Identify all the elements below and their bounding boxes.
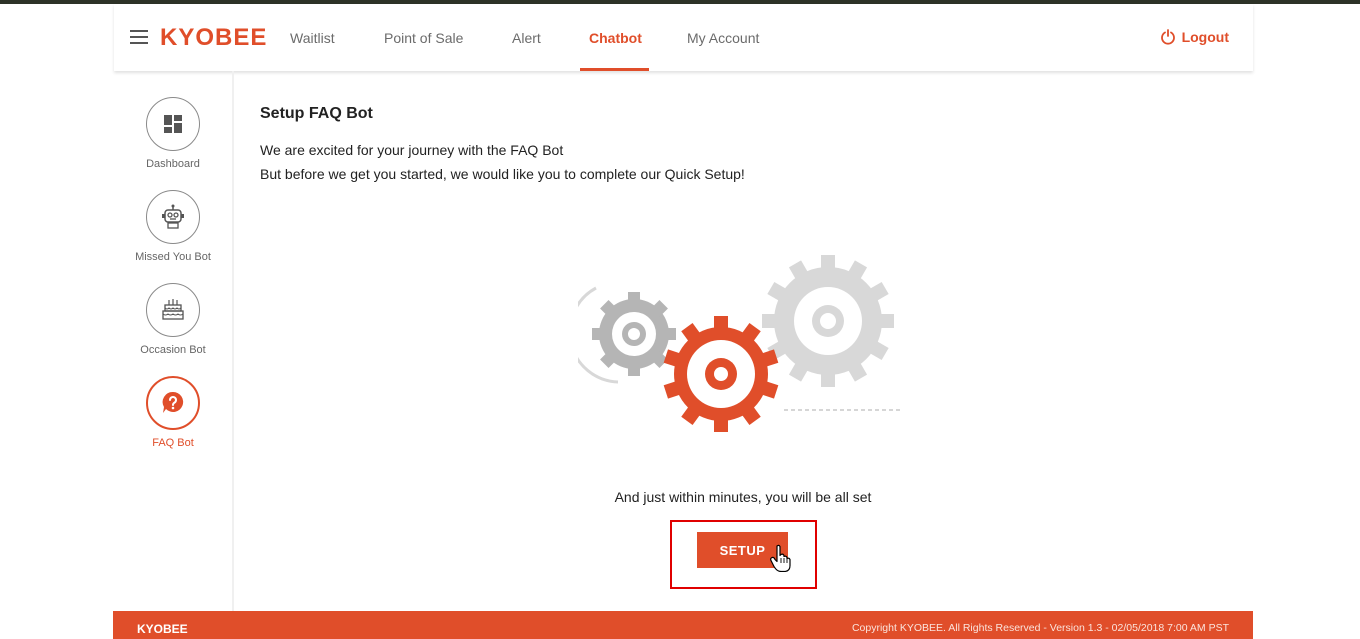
sidebar-item-faq-bot[interactable]: FAQ Bot bbox=[114, 376, 232, 449]
sidebar-item-label: FAQ Bot bbox=[152, 437, 194, 449]
robot-icon bbox=[162, 204, 184, 229]
logout-button[interactable]: Logout bbox=[1160, 29, 1229, 45]
sidebar: Dashboard Missed You Bot Occasion Bot FA… bbox=[114, 71, 234, 611]
menu-icon[interactable] bbox=[130, 30, 148, 44]
nav-tab-alert[interactable]: Alert bbox=[512, 30, 541, 46]
sidebar-item-label: Occasion Bot bbox=[140, 344, 206, 356]
page-title: Setup FAQ Bot bbox=[260, 105, 373, 122]
logout-label: Logout bbox=[1181, 29, 1229, 45]
question-icon bbox=[162, 391, 184, 413]
all-set-text: And just within minutes, you will be all… bbox=[614, 489, 872, 505]
gears-illustration bbox=[578, 255, 900, 432]
footer: KYOBEE Copyright KYOBEE. All Rights Rese… bbox=[113, 611, 1253, 639]
sidebar-item-dashboard[interactable]: Dashboard bbox=[114, 97, 232, 170]
power-icon bbox=[1160, 29, 1175, 45]
footer-brand: KYOBEE bbox=[137, 622, 188, 636]
top-nav-bar: KYOBEE Waitlist Point of Sale Alert Chat… bbox=[114, 4, 1253, 71]
nav-tab-my-account[interactable]: My Account bbox=[687, 30, 759, 46]
intro-text-line-1: We are excited for your journey with the… bbox=[260, 142, 564, 158]
footer-copyright: Copyright KYOBEE. All Rights Reserved - … bbox=[851, 622, 1229, 634]
sidebar-item-label: Missed You Bot bbox=[135, 251, 211, 263]
sidebar-item-label: Dashboard bbox=[146, 158, 200, 170]
sidebar-item-missed-you-bot[interactable]: Missed You Bot bbox=[114, 190, 232, 263]
active-tab-indicator bbox=[580, 68, 649, 71]
sidebar-item-occasion-bot[interactable]: Occasion Bot bbox=[114, 283, 232, 356]
nav-tab-point-of-sale[interactable]: Point of Sale bbox=[384, 30, 463, 46]
app-logo[interactable]: KYOBEE bbox=[160, 24, 267, 52]
nav-tab-chatbot[interactable]: Chatbot bbox=[589, 30, 642, 46]
dashboard-icon bbox=[164, 115, 182, 133]
cake-icon bbox=[162, 299, 184, 320]
intro-text-line-2: But before we get you started, we would … bbox=[260, 166, 745, 182]
hand-cursor-icon bbox=[770, 544, 791, 572]
nav-tab-waitlist[interactable]: Waitlist bbox=[290, 30, 335, 46]
